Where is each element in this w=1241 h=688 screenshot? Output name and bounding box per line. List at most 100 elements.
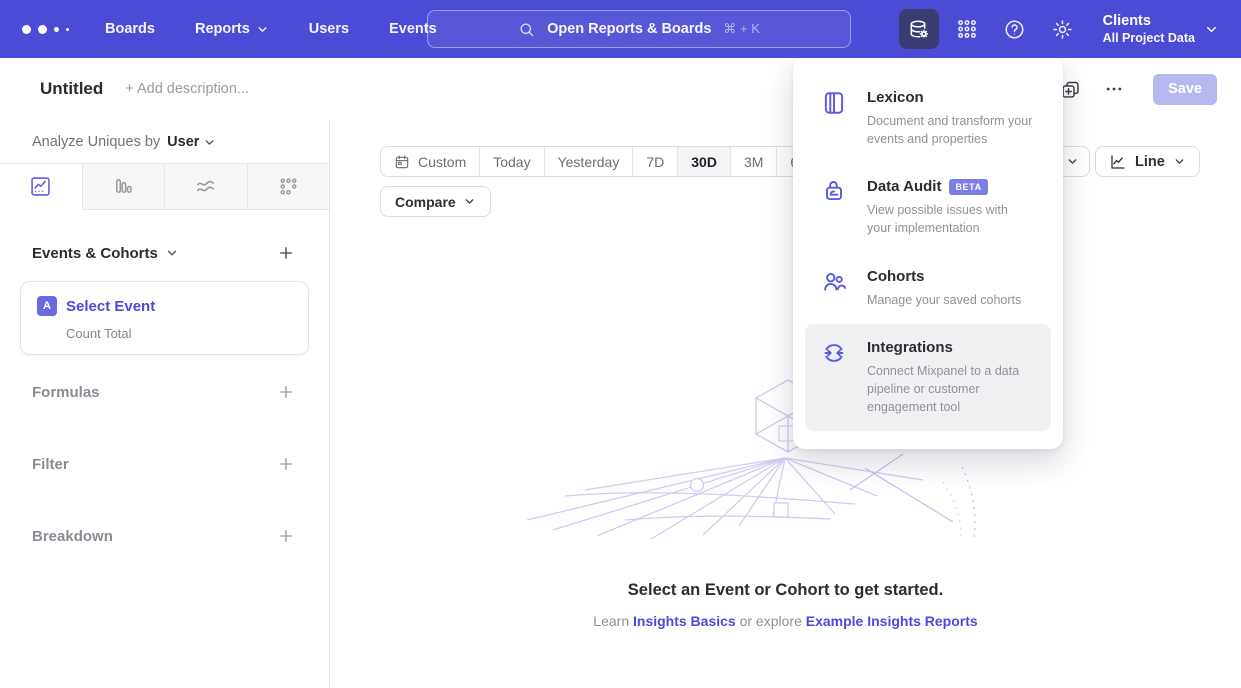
menu-item-description: Manage your saved cohorts [867,291,1021,309]
plus-icon [277,527,295,545]
line-chart-icon [29,175,52,198]
chevron-down-icon [1204,22,1219,37]
search-bar[interactable]: Open Reports & Boards ⌘ + K [427,10,851,48]
chevron-down-icon [256,23,269,36]
analyze-value-dropdown[interactable]: User [167,134,216,150]
event-row-card[interactable]: A Select Event Count Total [20,281,309,355]
flow-icon [194,175,217,198]
project-selector[interactable]: Clients All Project Data [1103,13,1219,45]
menu-item-description: Document and transform your events and p… [867,112,1035,148]
add-event-button[interactable] [273,240,299,266]
help-button[interactable] [995,9,1035,49]
chevron-down-icon [1173,155,1186,168]
query-builder-sidebar: Analyze Uniques by User [0,120,330,688]
or-explore-text: or explore [740,613,802,629]
search-placeholder: Open Reports & Boards [547,21,711,37]
chevron-down-icon[interactable] [165,246,179,260]
breakdown-label: Breakdown [32,528,113,545]
menu-item-lexicon[interactable]: Lexicon Document and transform your even… [805,74,1051,163]
gear-icon [1051,18,1074,41]
primary-nav: Boards Reports Users Events [105,21,437,37]
tab-bar-chart[interactable] [83,164,166,210]
bar-chart-icon [112,175,135,198]
empty-state-subtitle: Learn Insights Basics or explore Example… [330,613,1241,629]
nav-reports[interactable]: Reports [195,21,269,37]
report-canvas: Custom Today Yesterday 7D 30D 3M 6M Comp… [330,120,1241,688]
formulas-label: Formulas [32,384,100,401]
chevron-down-icon [1066,155,1079,168]
menu-item-title: Lexicon [867,89,924,106]
lexicon-icon [821,89,849,148]
plus-icon [277,383,295,401]
learn-prefix: Learn [593,613,629,629]
database-gear-icon [907,18,930,41]
beta-badge: BETA [949,179,987,195]
menu-item-title: Integrations [867,339,953,356]
chart-style-dropdown[interactable]: Line [1095,146,1200,177]
mixpanel-logo-icon[interactable] [22,25,69,34]
event-measurement[interactable]: Count Total [66,326,292,341]
nav-boards[interactable]: Boards [105,21,155,37]
empty-state-title: Select an Event or Cohort to get started… [330,581,1241,600]
data-management-button[interactable] [899,9,939,49]
help-icon [1003,18,1026,41]
add-formula-button[interactable] [273,379,299,405]
ellipsis-icon [1104,79,1124,99]
add-filter-button[interactable] [273,451,299,477]
filter-row: Filter [0,451,329,477]
save-button[interactable]: Save [1153,74,1217,105]
add-breakdown-button[interactable] [273,523,299,549]
top-navbar: Boards Reports Users Events Open Reports… [0,0,1241,58]
search-icon [518,21,535,38]
project-name: All Project Data [1103,31,1195,45]
nav-users[interactable]: Users [309,21,349,37]
menu-item-description: View possible issues with your implement… [867,201,1035,237]
integrations-icon [821,339,849,416]
menu-item-integrations[interactable]: Integrations Connect Mixpanel to a data … [805,324,1051,431]
chevron-down-icon [463,195,476,208]
org-name: Clients [1103,13,1195,29]
range-custom[interactable]: Custom [381,147,480,176]
breakdown-row: Breakdown [0,523,329,549]
line-chart-icon [1109,153,1127,171]
metric-grid-icon [277,175,300,198]
chevron-down-icon [203,136,216,149]
insights-basics-link[interactable]: Insights Basics [633,613,736,629]
plus-icon [277,244,295,262]
range-today[interactable]: Today [480,147,544,176]
calendar-icon [394,154,410,170]
event-letter-badge: A [37,296,57,316]
chart-type-tabs [0,163,329,210]
example-reports-link[interactable]: Example Insights Reports [806,613,978,629]
apps-grid-button[interactable] [947,9,987,49]
filter-label: Filter [32,456,69,473]
navbar-actions: Clients All Project Data [899,9,1219,49]
range-yesterday[interactable]: Yesterday [545,147,634,176]
cohorts-icon [821,268,849,309]
compare-dropdown[interactable]: Compare [380,186,491,217]
range-7d[interactable]: 7D [633,147,678,176]
tab-flow-chart[interactable] [165,164,248,210]
menu-item-cohorts[interactable]: Cohorts Manage your saved cohorts [805,253,1051,324]
menu-item-description: Connect Mixpanel to a data pipeline or c… [867,362,1035,416]
date-range-control: Custom Today Yesterday 7D 30D 3M 6M [380,146,824,177]
add-description[interactable]: + Add description... [125,81,249,97]
select-event-label[interactable]: Select Event [66,298,155,315]
plus-icon [277,455,295,473]
more-options-button[interactable] [1097,72,1131,106]
range-3m[interactable]: 3M [731,147,777,176]
settings-button[interactable] [1043,9,1083,49]
range-30d[interactable]: 30D [678,147,731,176]
report-actions: Save [1053,72,1217,106]
tab-metric[interactable] [248,164,330,210]
report-title[interactable]: Untitled [40,79,103,99]
events-cohorts-header: Events & Cohorts [0,210,329,266]
formulas-row: Formulas [0,379,329,405]
data-audit-icon [821,178,849,237]
menu-item-title: Cohorts [867,268,925,285]
events-cohorts-title: Events & Cohorts [32,245,158,262]
menu-item-title: Data Audit [867,178,941,195]
tab-line-chart[interactable] [0,164,83,210]
menu-item-data-audit[interactable]: Data Audit BETA View possible issues wit… [805,163,1051,252]
apps-grid-icon [956,18,978,40]
